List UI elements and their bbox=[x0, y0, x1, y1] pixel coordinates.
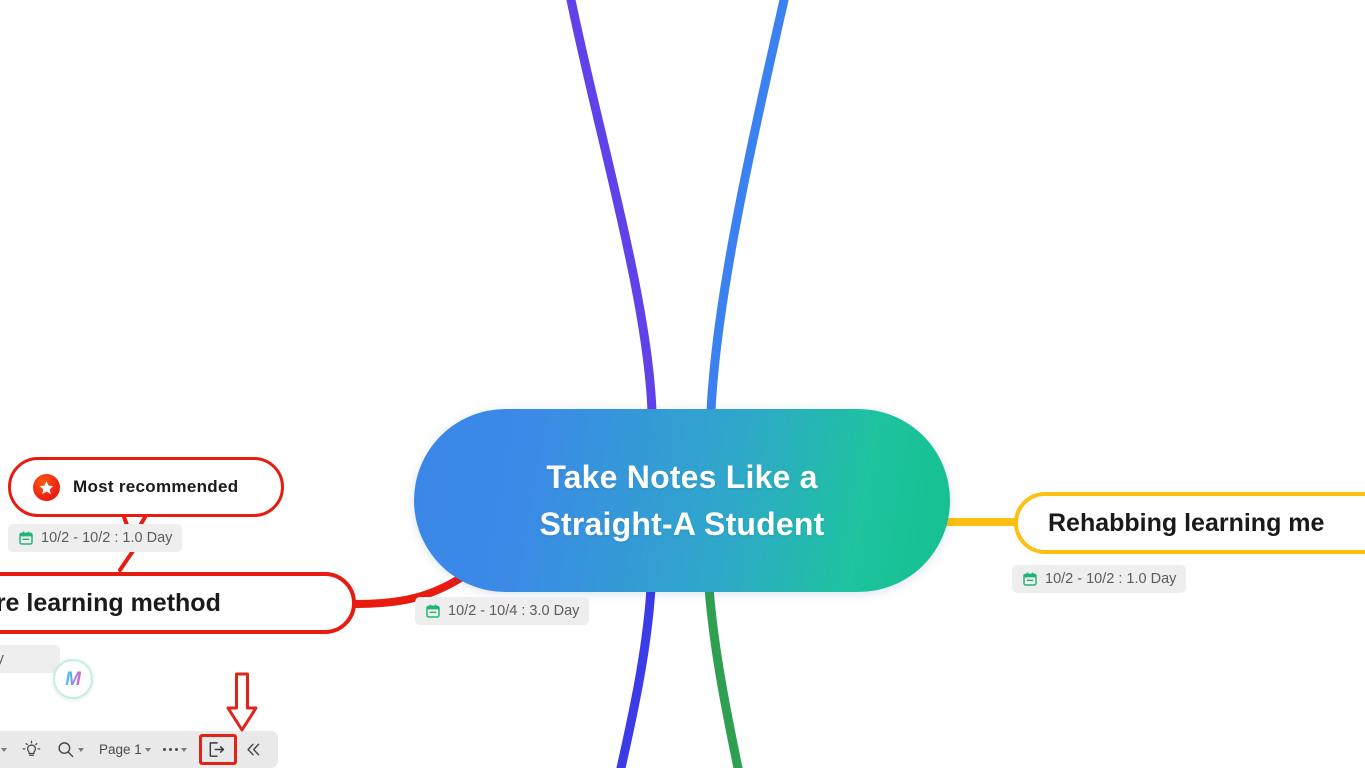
date-badge-left-top-text: 10/2 - 10/2 : 1.0 Day bbox=[41, 530, 173, 546]
more-options-button[interactable] bbox=[158, 736, 196, 763]
calendar-icon bbox=[1023, 572, 1037, 586]
date-badge-center[interactable]: 10/2 - 10/4 : 3.0 Day bbox=[415, 597, 590, 625]
date-badge-left-top[interactable]: 10/2 - 10/2 : 1.0 Day bbox=[8, 524, 183, 552]
chevron-down-icon[interactable] bbox=[1, 747, 7, 752]
callout-label: Most recommended bbox=[73, 477, 239, 496]
more-dots-icon bbox=[162, 747, 179, 752]
date-badge-left-bottom-text: .0 Day bbox=[0, 651, 4, 667]
branch-top-right bbox=[706, 0, 789, 417]
mindmap-canvas[interactable]: Take Notes Like a Straight-A Student odo… bbox=[0, 0, 1365, 768]
branch-bottom-left bbox=[616, 583, 656, 768]
search-icon bbox=[58, 742, 74, 758]
node-rehabbing-learning-method[interactable]: Rehabbing learning me bbox=[1014, 492, 1365, 554]
idea-button[interactable] bbox=[17, 736, 49, 763]
callout-tail-lower bbox=[118, 549, 135, 572]
node-left-label: odore learning method bbox=[0, 588, 221, 617]
star-icon bbox=[33, 473, 60, 501]
brand-logo-glyph: M bbox=[65, 668, 81, 690]
chevrons-left-icon bbox=[247, 743, 260, 756]
node-pomodore-learning-method[interactable]: odore learning method bbox=[0, 572, 356, 634]
export-icon bbox=[209, 742, 225, 757]
chevron-down-icon[interactable] bbox=[78, 747, 84, 752]
branch-top-left bbox=[566, 0, 657, 417]
chevron-down-icon[interactable] bbox=[144, 747, 151, 752]
date-badge-center-text: 10/2 - 10/4 : 3.0 Day bbox=[448, 603, 580, 619]
node-right-label: Rehabbing learning me bbox=[1048, 508, 1325, 537]
export-button[interactable] bbox=[205, 736, 231, 763]
date-badge-left-bottom[interactable]: .0 Day bbox=[0, 645, 60, 673]
page-selector[interactable]: Page 1 bbox=[94, 736, 156, 763]
date-badge-right-text: 10/2 - 10/2 : 1.0 Day bbox=[1045, 571, 1177, 587]
bottom-toolbar: Page 1 bbox=[0, 731, 278, 768]
central-node[interactable]: Take Notes Like a Straight-A Student bbox=[414, 409, 950, 592]
branch-bottom-right bbox=[704, 583, 743, 768]
brand-logo-icon: M bbox=[53, 659, 93, 699]
lightbulb-icon bbox=[22, 740, 41, 756]
calendar-icon bbox=[426, 604, 440, 618]
pen-button[interactable] bbox=[0, 736, 15, 763]
page-label: Page 1 bbox=[99, 742, 142, 757]
central-node-title: Take Notes Like a Straight-A Student bbox=[539, 459, 825, 542]
date-badge-right[interactable]: 10/2 - 10/2 : 1.0 Day bbox=[1012, 565, 1187, 593]
export-button-highlight bbox=[199, 734, 238, 765]
annotation-arrow-icon bbox=[226, 672, 258, 732]
connector-layer bbox=[118, 0, 1020, 768]
calendar-icon bbox=[19, 531, 33, 545]
collapse-button[interactable] bbox=[239, 736, 271, 763]
search-button[interactable] bbox=[51, 736, 92, 763]
chevron-down-icon[interactable] bbox=[181, 747, 188, 752]
callout-most-recommended[interactable]: Most recommended bbox=[8, 457, 284, 517]
